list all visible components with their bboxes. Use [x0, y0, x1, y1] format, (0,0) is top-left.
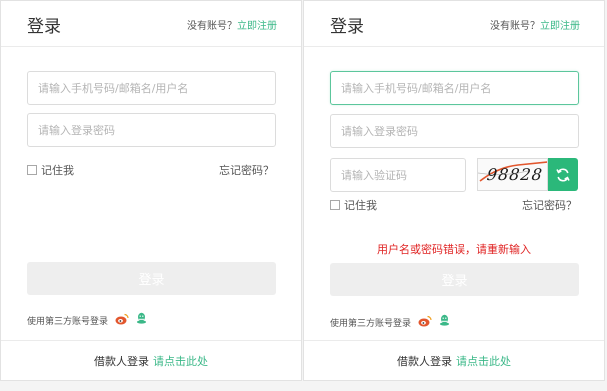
login-button[interactable]: 登录: [330, 263, 579, 296]
borrower-login-label: 借款人登录: [397, 354, 452, 368]
remember-me[interactable]: 记住我: [27, 162, 74, 178]
weibo-icon[interactable]: [115, 313, 129, 328]
remember-label: 记住我: [344, 199, 377, 212]
password-input[interactable]: 请输入登录密码: [27, 113, 276, 147]
account-input[interactable]: 请输入手机号码/邮箱名/用户名: [330, 71, 579, 105]
register-link[interactable]: 立即注册: [237, 21, 277, 32]
refresh-icon: [556, 167, 570, 182]
borrower-login-link[interactable]: 请点击此处: [456, 353, 511, 369]
borrower-login-label: 借款人登录: [94, 354, 149, 368]
third-party-label: 使用第三方账号登录: [27, 316, 109, 327]
password-input[interactable]: 请输入登录密码: [330, 114, 579, 148]
remember-label: 记住我: [41, 164, 74, 177]
qq-icon[interactable]: [439, 314, 450, 330]
register-link[interactable]: 立即注册: [540, 21, 580, 32]
login-button[interactable]: 登录: [27, 262, 276, 295]
third-party-label: 使用第三方账号登录: [330, 318, 412, 329]
login-header: 登录 没有账号？立即注册: [1, 1, 301, 47]
third-party-login: 使用第三方账号登录: [330, 314, 450, 330]
borrower-login-footer: 借款人登录 请点击此处: [304, 340, 604, 380]
account-input[interactable]: 请输入手机号码/邮箱名/用户名: [27, 71, 276, 105]
error-message: 用户名或密码错误，请重新输入: [377, 243, 531, 256]
forgot-password-link[interactable]: 忘记密码？: [219, 162, 274, 178]
captcha-image[interactable]: 98828: [477, 158, 548, 191]
refresh-captcha-button[interactable]: [548, 158, 578, 191]
login-panel-error: 登录 没有账号？立即注册 请输入手机号码/邮箱名/用户名 请输入登录密码 请输入…: [303, 0, 605, 381]
register-prompt: 没有账号？立即注册: [490, 17, 580, 32]
third-party-login: 使用第三方账号登录: [27, 312, 147, 328]
login-title: 登录: [27, 17, 61, 37]
captcha-text: 98828: [486, 165, 544, 184]
qq-icon[interactable]: [136, 312, 147, 328]
no-account-text: 没有账号？: [187, 21, 237, 32]
remember-me[interactable]: 记住我: [330, 197, 377, 213]
captcha-input[interactable]: 请输入验证码: [330, 158, 466, 192]
remember-checkbox[interactable]: [27, 165, 37, 175]
borrower-login-footer: 借款人登录 请点击此处: [1, 340, 301, 380]
login-header: 登录 没有账号？立即注册: [304, 1, 604, 47]
borrower-login-link[interactable]: 请点击此处: [153, 353, 208, 369]
weibo-icon[interactable]: [418, 315, 432, 330]
forgot-password-link[interactable]: 忘记密码？: [522, 197, 577, 213]
login-title: 登录: [330, 17, 364, 37]
no-account-text: 没有账号？: [490, 21, 540, 32]
login-panel-default: 登录 没有账号？立即注册 请输入手机号码/邮箱名/用户名 请输入登录密码 记住我…: [0, 0, 302, 381]
register-prompt: 没有账号？立即注册: [187, 17, 277, 32]
remember-checkbox[interactable]: [330, 200, 340, 210]
